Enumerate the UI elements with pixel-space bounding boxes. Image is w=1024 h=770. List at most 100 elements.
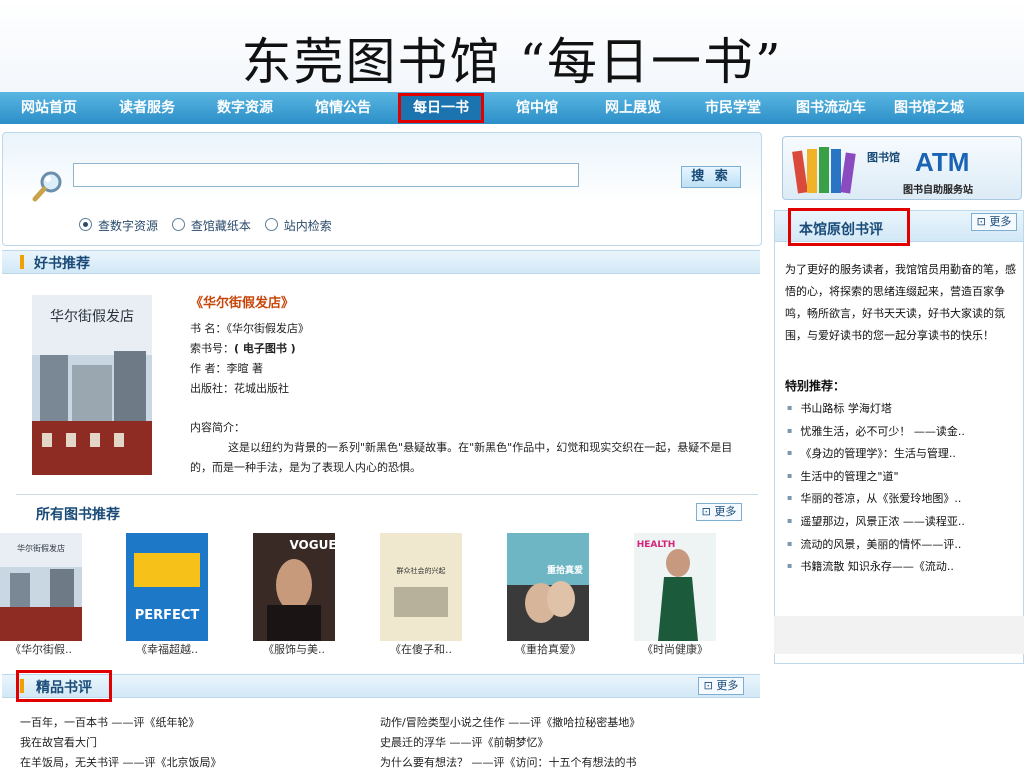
book-thumb-5[interactable]: 重拾真爱 bbox=[507, 533, 589, 641]
search-input[interactable] bbox=[73, 163, 579, 187]
list-item[interactable]: 书籍流散 知识永存——《流动.. bbox=[787, 555, 1017, 578]
more-icon: ⊡ bbox=[703, 679, 713, 692]
radio-icon bbox=[264, 218, 278, 231]
list-item[interactable]: 《身边的管理学》：生活与管理.. bbox=[787, 442, 1017, 465]
nav-citizen-school[interactable]: 市民学堂 bbox=[698, 92, 768, 124]
field-call-number: 索书号：( 电子图书 ) bbox=[190, 340, 296, 356]
nav-library-in-library[interactable]: 馆中馆 bbox=[508, 92, 566, 124]
field-label: 索书号： bbox=[190, 342, 234, 355]
panel-more-button[interactable]: ⊡ 更多 bbox=[971, 213, 1017, 231]
book-caption-6[interactable]: 《时尚健康》 bbox=[620, 641, 730, 657]
list-item[interactable]: 生活中的管理之"道" bbox=[787, 465, 1017, 488]
thumb-cover-text: HEALTH bbox=[637, 540, 676, 550]
more-icon: ⊡ bbox=[701, 505, 711, 518]
more-label: 更多 bbox=[716, 679, 739, 692]
thumb-cover-text: 群众社会的兴起 bbox=[397, 566, 446, 575]
sidebar-footer bbox=[774, 616, 1024, 654]
sidebar: 图书馆 ATM 图书自助服务站 本馆原创书评 ⊡ 更多 为了更好的服务读者，我馆… bbox=[772, 130, 1024, 768]
book-thumb-6[interactable]: HEALTH bbox=[634, 533, 716, 641]
slide-title: 东莞图书馆 “每日一书” bbox=[241, 33, 783, 91]
list-item[interactable]: 书山路标 学海灯塔 bbox=[787, 397, 1017, 420]
list-item[interactable]: 忧雅生活，必不可少！ ——读金.. bbox=[787, 420, 1017, 443]
field-author: 作 者：李暄 著 bbox=[190, 360, 263, 376]
field-label: 书 名： bbox=[190, 322, 227, 335]
books-icon bbox=[792, 147, 856, 194]
more-icon: ⊡ bbox=[976, 215, 986, 228]
list-item[interactable]: 遥望那边，风景正浓 ——读程亚.. bbox=[787, 510, 1017, 533]
nav-digital-resources[interactable]: 数字资源 bbox=[210, 92, 280, 124]
review-link[interactable]: 史晨迁的浮华 ——评《前朝梦忆》 bbox=[380, 734, 549, 750]
thumb-cover-text: 华尔街假发店 bbox=[17, 543, 65, 553]
book-caption-5[interactable]: 《重拾真爱》 bbox=[493, 641, 603, 657]
search-button[interactable]: 搜 索 bbox=[681, 166, 741, 188]
field-value: 《华尔街假发店》 bbox=[226, 322, 310, 335]
field-value: 李暄 著 bbox=[226, 362, 264, 375]
search-icon bbox=[32, 171, 62, 202]
original-reviews-panel: 本馆原创书评 ⊡ 更多 为了更好的服务读者，我馆馆员用勤奋的笔，感悟的心，将探索… bbox=[774, 210, 1024, 664]
review-link[interactable]: 我在故宫看大门 bbox=[20, 734, 97, 750]
thumb-cover-text: VOGUE bbox=[289, 538, 335, 552]
list-item[interactable]: 华丽的苍凉，从《张爱玲地图》.. bbox=[787, 487, 1017, 510]
radio-print-holdings[interactable]: 查馆藏纸本 bbox=[171, 218, 251, 233]
section-marker bbox=[20, 255, 24, 269]
search-panel: 搜 索 查数字资源 查馆藏纸本 站内检索 bbox=[2, 132, 762, 246]
more-label: 更多 bbox=[989, 215, 1012, 228]
slide-header: 东莞图书馆 “每日一书” bbox=[0, 0, 1024, 92]
nav-reader-services[interactable]: 读者服务 bbox=[112, 92, 182, 124]
featured-book-title[interactable]: 《华尔街假发店》 bbox=[190, 292, 294, 311]
reviews-section-header: 精品书评 ⊡ 更多 bbox=[2, 674, 760, 698]
thumb-cover-text: 重拾真爱 bbox=[547, 564, 583, 576]
atm-banner[interactable]: 图书馆 ATM 图书自助服务站 bbox=[782, 136, 1022, 200]
atm-lib-label: 图书馆 bbox=[867, 151, 900, 164]
nav-announcements[interactable]: 馆情公告 bbox=[308, 92, 378, 124]
atm-logo-text: ATM bbox=[915, 147, 970, 177]
divider bbox=[16, 494, 758, 495]
book-caption-2[interactable]: 《幸福超越.. bbox=[112, 641, 222, 657]
field-value: 花城出版社 bbox=[234, 382, 289, 395]
radio-label: 站内检索 bbox=[283, 219, 332, 233]
radio-digital-resources[interactable]: 查数字资源 bbox=[79, 218, 159, 233]
nav-mobile-library[interactable]: 图书流动车 bbox=[788, 92, 874, 124]
review-link[interactable]: 动作/冒险类型小说之佳作 ——评《撒哈拉秘密基地》 bbox=[380, 714, 640, 730]
nav-online-exhibition[interactable]: 网上展览 bbox=[598, 92, 668, 124]
list-item[interactable]: 流动的风景，美丽的情怀——评.. bbox=[787, 533, 1017, 556]
thumb-cover-text: PERFECT bbox=[135, 608, 200, 623]
reviews-more-button[interactable]: ⊡ 更多 bbox=[698, 677, 744, 695]
nav-daily-book[interactable]: 每日一书 bbox=[398, 93, 484, 123]
special-list: 书山路标 学海灯塔 忧雅生活，必不可少！ ——读金.. 《身边的管理学》：生活与… bbox=[787, 397, 1017, 578]
highlight-box bbox=[788, 208, 910, 246]
book-thumb-1[interactable]: 华尔街假发店 bbox=[0, 533, 82, 641]
radio-site-search[interactable]: 站内检索 bbox=[264, 218, 332, 233]
nav-home[interactable]: 网站首页 bbox=[14, 92, 84, 124]
book-thumb-3[interactable]: VOGUE bbox=[253, 533, 335, 641]
intro-text: 这是以纽约为背景的一系列"新黑色"悬疑故事。在"新黑色"作品中，幻觉和现实交织在… bbox=[190, 441, 733, 474]
more-label: 更多 bbox=[714, 505, 737, 518]
featured-book-cover[interactable]: 华尔街假发店 bbox=[32, 295, 152, 475]
atm-subtitle: 图书自助服务站 bbox=[903, 185, 973, 196]
intro-label: 内容简介： bbox=[190, 421, 245, 434]
field-label: 出版社： bbox=[190, 382, 234, 395]
radio-icon bbox=[171, 218, 185, 231]
field-label: 作 者： bbox=[190, 362, 227, 375]
main-content: 搜 索 查数字资源 查馆藏纸本 站内检索 好书推荐 华尔街假发店 《华尔街假发店… bbox=[0, 130, 762, 769]
field-publisher: 出版社：花城出版社 bbox=[190, 380, 289, 396]
review-link[interactable]: 一百年，一百本书 ——评《纸年轮》 bbox=[20, 714, 200, 730]
radio-label: 查数字资源 bbox=[98, 219, 159, 233]
all-books-more-button[interactable]: ⊡ 更多 bbox=[696, 503, 742, 521]
field-value: ( 电子图书 ) bbox=[234, 342, 296, 355]
intro-block: 内容简介： 这是以纽约为背景的一系列"新黑色"悬疑故事。在"新黑色"作品中，幻觉… bbox=[190, 418, 740, 478]
search-scope-options: 查数字资源 查馆藏纸本 站内检索 bbox=[79, 217, 342, 234]
featured-section-header: 好书推荐 bbox=[2, 250, 760, 274]
book-caption-1[interactable]: 《华尔街假.. bbox=[0, 641, 96, 657]
main-nav: 网站首页 读者服务 数字资源 馆情公告 每日一书 馆中馆 网上展览 市民学堂 图… bbox=[0, 92, 1024, 124]
nav-library-city[interactable]: 图书馆之城 bbox=[886, 92, 972, 124]
radio-checked-icon bbox=[79, 218, 92, 231]
field-title: 书 名：《华尔街假发店》 bbox=[190, 320, 309, 336]
book-thumb-2[interactable]: PERFECT bbox=[126, 533, 208, 641]
book-caption-4[interactable]: 《在傻子和.. bbox=[366, 641, 476, 657]
cover-title: 华尔街假发店 bbox=[50, 309, 134, 325]
book-thumb-4[interactable]: 群众社会的兴起 bbox=[380, 533, 462, 641]
featured-section-title: 好书推荐 bbox=[34, 256, 90, 272]
book-caption-3[interactable]: 《服饰与美.. bbox=[239, 641, 349, 657]
special-label: 特别推荐： bbox=[785, 379, 846, 393]
